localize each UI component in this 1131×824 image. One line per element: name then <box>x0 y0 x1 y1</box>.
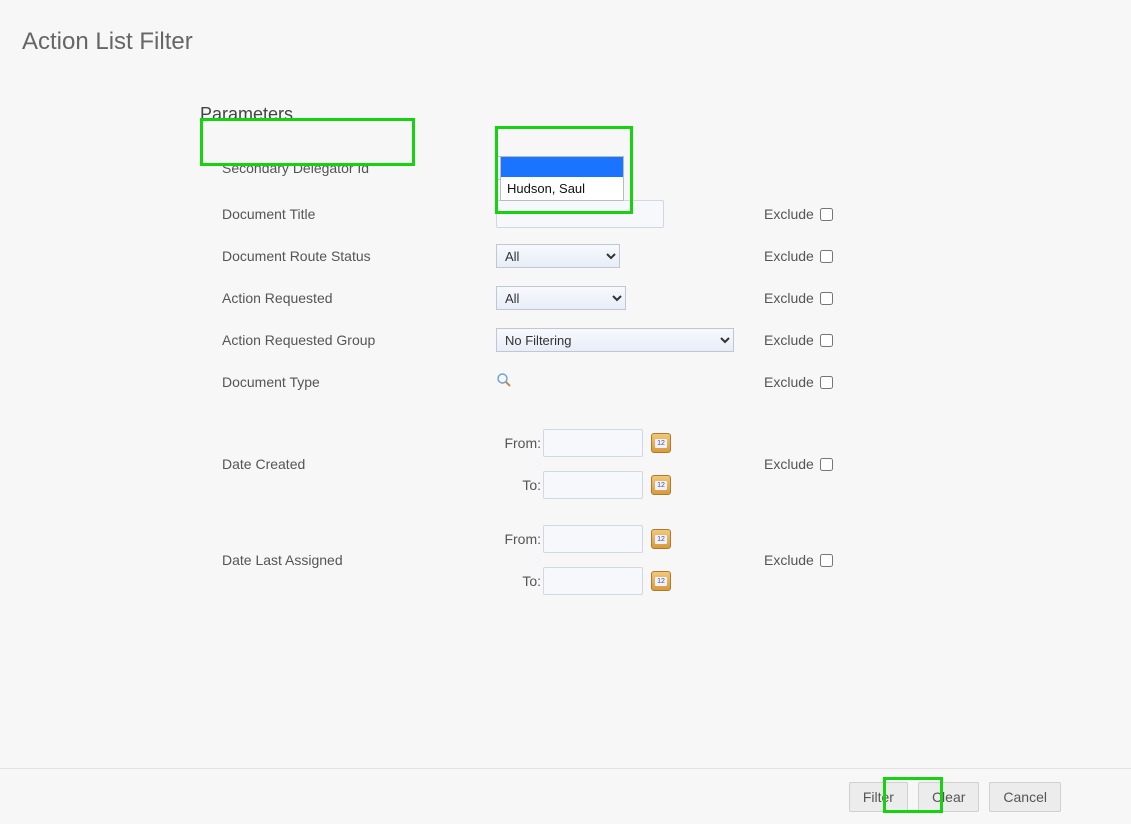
exclude-label: Exclude <box>764 332 814 348</box>
row-secondary-delegator: Secondary Delegator Id <box>200 143 1131 193</box>
dropdown-option-hudson[interactable]: Hudson, Saul <box>501 177 623 200</box>
parameters-heading: Parameters <box>200 104 1131 125</box>
label-document-title: Document Title <box>200 206 496 222</box>
label-action-requested: Action Requested <box>200 290 496 306</box>
exclude-label: Exclude <box>764 206 814 222</box>
document-title-exclude-checkbox[interactable] <box>820 208 833 221</box>
date-last-assigned-from-input[interactable] <box>543 525 643 553</box>
action-requested-group-exclude-checkbox[interactable] <box>820 334 833 347</box>
date-last-assigned-exclude-checkbox[interactable] <box>820 554 833 567</box>
row-document-type: Document Type Exclude <box>200 361 1131 403</box>
from-label: From: <box>504 531 541 547</box>
document-type-exclude-checkbox[interactable] <box>820 376 833 389</box>
row-date-created: Date Created From: To: Exclude <box>200 429 1131 499</box>
cancel-button[interactable]: Cancel <box>989 782 1061 812</box>
label-document-type: Document Type <box>200 374 496 390</box>
label-document-route-status: Document Route Status <box>200 248 496 264</box>
label-secondary-delegator: Secondary Delegator Id <box>200 160 496 176</box>
action-requested-exclude-checkbox[interactable] <box>820 292 833 305</box>
exclude-label: Exclude <box>764 248 814 264</box>
document-title-input[interactable] <box>496 200 664 228</box>
row-action-requested-group: Action Requested Group No Filtering Excl… <box>200 319 1131 361</box>
to-label: To: <box>522 573 541 589</box>
exclude-label: Exclude <box>764 456 814 472</box>
date-last-assigned-to-input[interactable] <box>543 567 643 595</box>
date-created-exclude-checkbox[interactable] <box>820 458 833 471</box>
row-document-title: Document Title Exclude <box>200 193 1131 235</box>
date-created-from-input[interactable] <box>543 429 643 457</box>
document-route-status-select[interactable]: All <box>496 244 620 268</box>
row-date-last-assigned: Date Last Assigned From: To: Exclude <box>200 525 1131 595</box>
calendar-icon[interactable] <box>651 475 671 495</box>
label-date-created: Date Created <box>200 456 496 472</box>
label-action-requested-group: Action Requested Group <box>200 332 496 348</box>
action-requested-group-select[interactable]: No Filtering <box>496 328 734 352</box>
exclude-label: Exclude <box>764 552 814 568</box>
calendar-icon[interactable] <box>651 529 671 549</box>
document-route-status-exclude-checkbox[interactable] <box>820 250 833 263</box>
date-created-to-input[interactable] <box>543 471 643 499</box>
filter-form: Secondary Delegator Id Document Title Ex… <box>200 143 1131 595</box>
footer-bar: Filter Clear Cancel <box>0 768 1131 824</box>
clear-button[interactable]: Clear <box>918 782 979 812</box>
calendar-icon[interactable] <box>651 433 671 453</box>
from-label: From: <box>504 435 541 451</box>
calendar-icon[interactable] <box>651 571 671 591</box>
action-requested-select[interactable]: All <box>496 286 626 310</box>
secondary-delegator-dropdown-open: Hudson, Saul <box>500 156 624 201</box>
page-title: Action List Filter <box>0 0 1131 56</box>
row-action-requested: Action Requested All Exclude <box>200 277 1131 319</box>
row-document-route-status: Document Route Status All Exclude <box>200 235 1131 277</box>
to-label: To: <box>522 477 541 493</box>
dropdown-option-blank[interactable] <box>501 157 623 177</box>
exclude-label: Exclude <box>764 374 814 390</box>
search-icon[interactable] <box>496 372 512 388</box>
filter-button[interactable]: Filter <box>849 782 908 812</box>
label-date-last-assigned: Date Last Assigned <box>200 552 496 568</box>
exclude-label: Exclude <box>764 290 814 306</box>
